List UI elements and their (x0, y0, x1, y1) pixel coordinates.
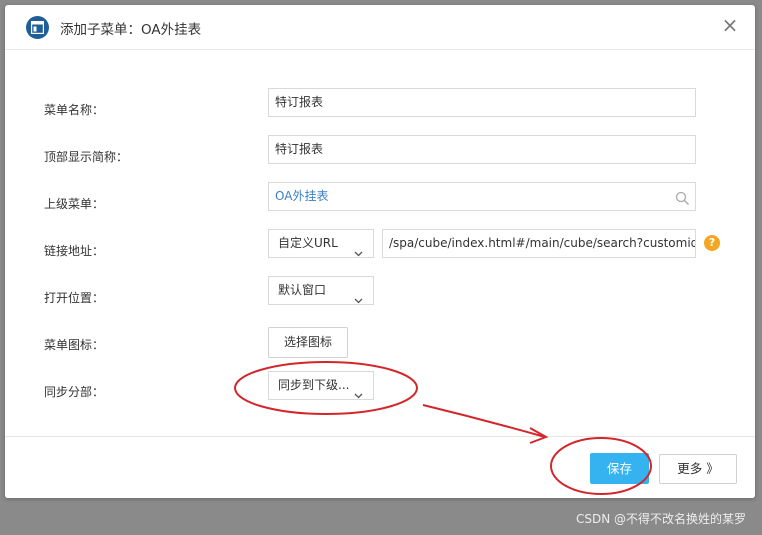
form-body: 菜单名称： 特订报表 顶部显示简称： 特订报表 上级菜单： OA外挂表 链接地址… (5, 51, 755, 436)
link-label: 链接地址： (44, 244, 105, 258)
search-icon[interactable] (675, 189, 690, 210)
sync-value: 同步到下级... (278, 378, 350, 392)
more-label: 更多 》 (677, 461, 719, 476)
link-url-input[interactable]: /spa/cube/index.html#/main/cube/search?c… (382, 229, 696, 258)
link-type-select[interactable]: 自定义URL (268, 229, 374, 258)
save-button[interactable]: 保存 (590, 453, 649, 484)
parent-menu-label: 上级菜单： (44, 197, 105, 211)
chevron-down-icon (354, 287, 363, 304)
chevron-down-icon (354, 382, 363, 399)
menu-name-label: 菜单名称： (44, 103, 105, 117)
dialog-footer: 保存 更多 》 (5, 436, 755, 498)
dialog-header: 添加子菜单：OA外挂表 × (5, 5, 755, 50)
close-icon[interactable]: × (719, 15, 741, 37)
sync-select[interactable]: 同步到下级... (268, 371, 374, 400)
link-type-value: 自定义URL (278, 236, 338, 250)
top-name-input[interactable]: 特订报表 (268, 135, 696, 164)
parent-menu-value: OA外挂表 (275, 189, 329, 203)
open-position-label: 打开位置： (44, 291, 105, 305)
top-name-label: 顶部显示简称： (44, 150, 129, 164)
parent-menu-field[interactable]: OA外挂表 (268, 182, 696, 211)
add-submenu-dialog: 添加子菜单：OA外挂表 × 菜单名称： 特订报表 顶部显示简称： 特订报表 上级… (5, 5, 755, 498)
menu-icon-label: 菜单图标： (44, 338, 105, 352)
dialog-title: 添加子菜单：OA外挂表 (60, 22, 202, 38)
chevron-down-icon (354, 240, 363, 257)
window-icon (26, 16, 49, 39)
watermark: CSDN @不得不改名换姓的某罗 (575, 512, 746, 526)
choose-icon-button[interactable]: 选择图标 (268, 327, 348, 358)
help-icon[interactable]: ? (704, 235, 720, 251)
menu-name-input[interactable]: 特订报表 (268, 88, 696, 117)
more-button[interactable]: 更多 》 (659, 454, 737, 484)
open-position-select[interactable]: 默认窗口 (268, 276, 374, 305)
open-position-value: 默认窗口 (278, 283, 327, 297)
sync-label: 同步分部： (44, 385, 105, 399)
